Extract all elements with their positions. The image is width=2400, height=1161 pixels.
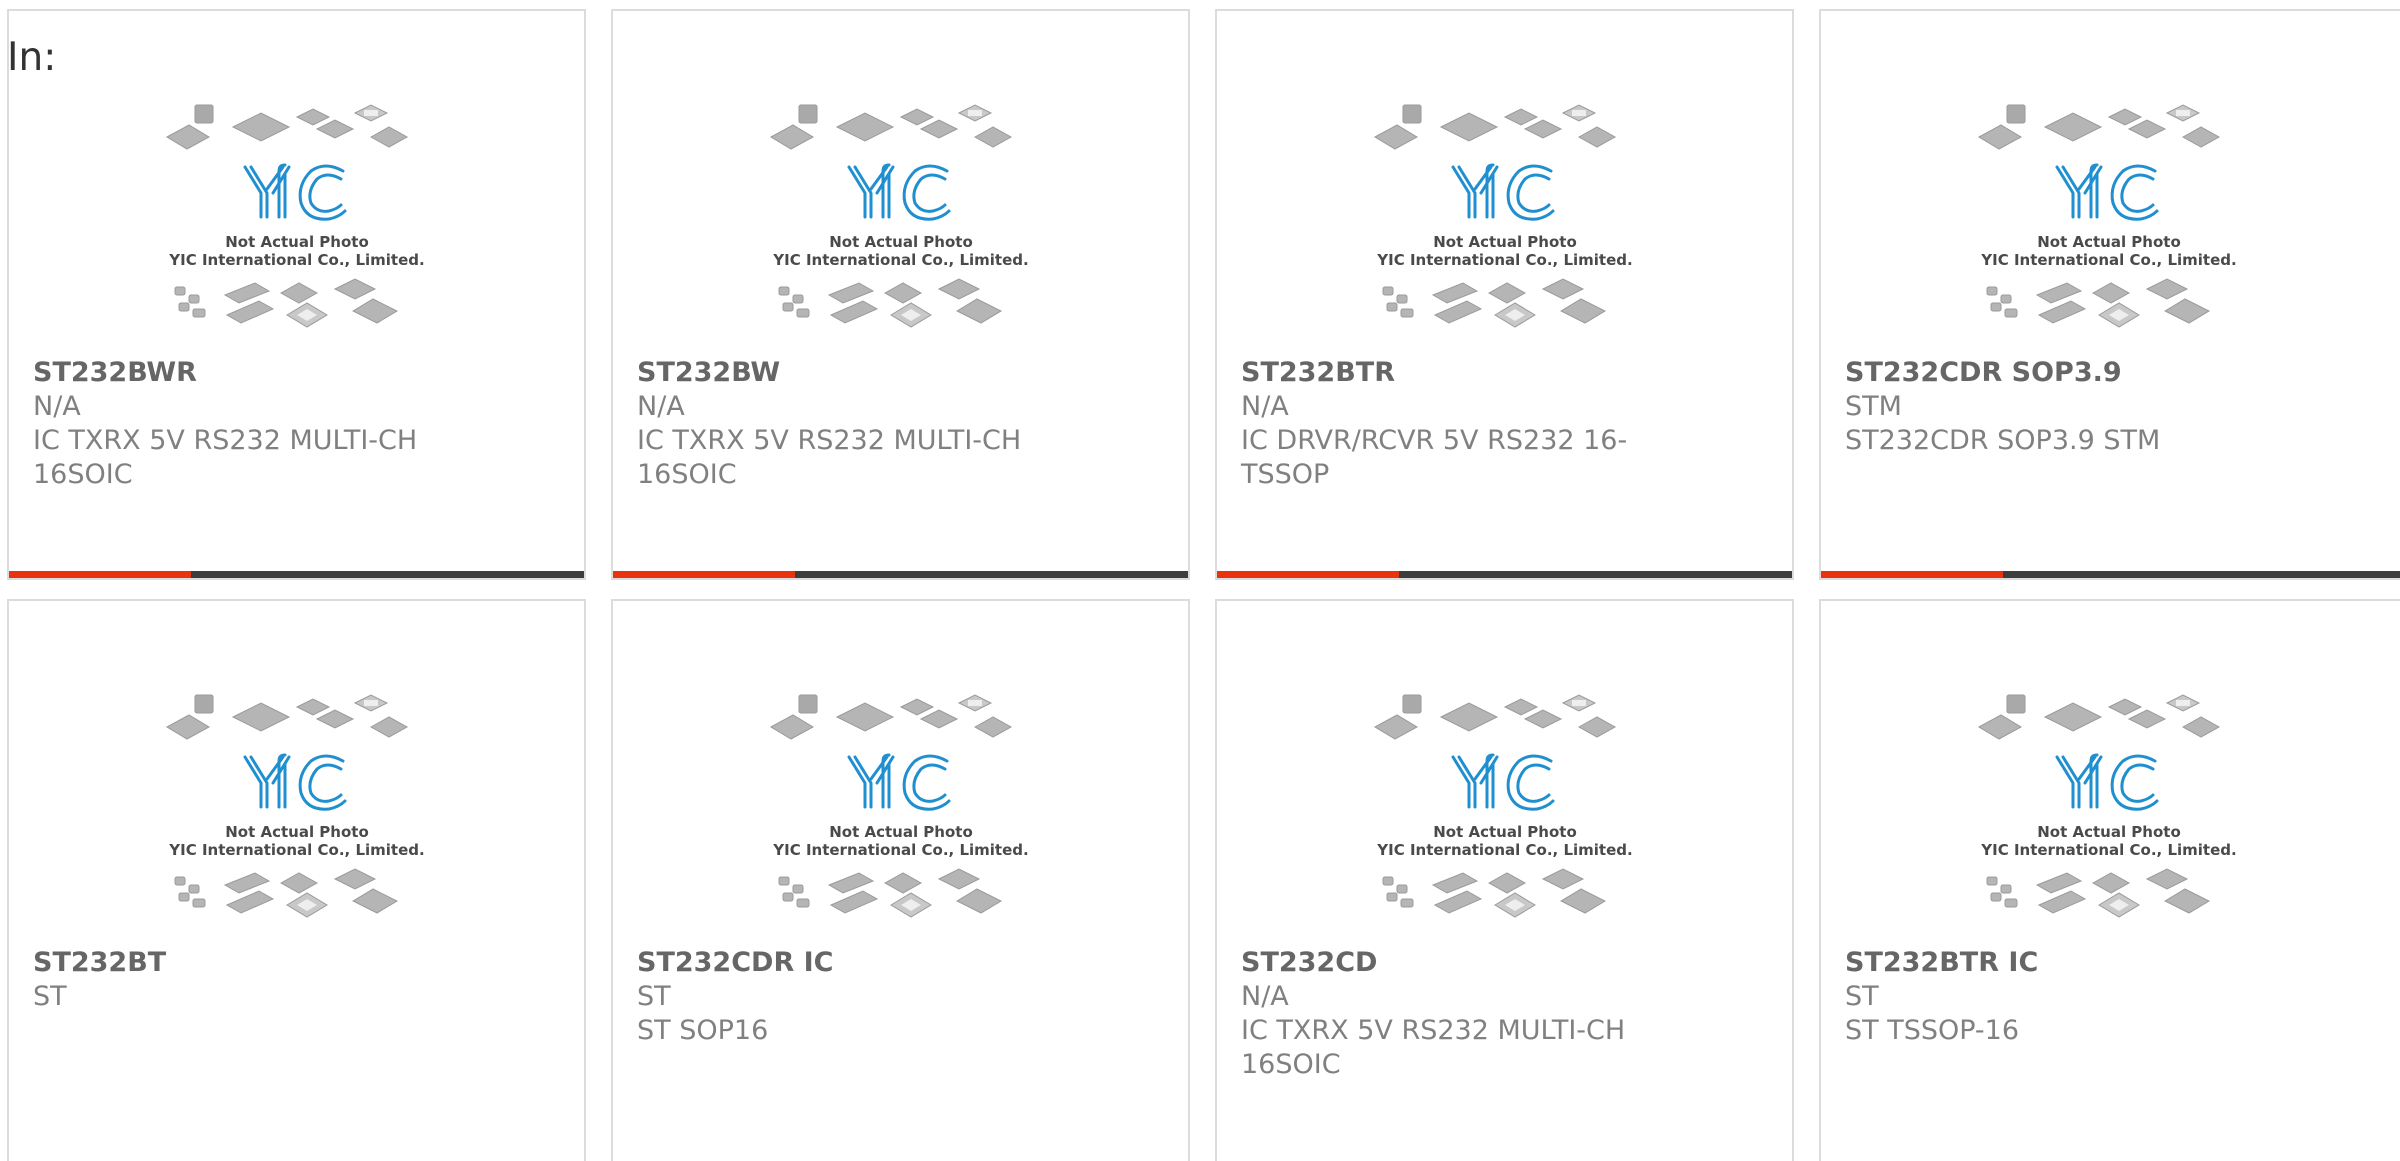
product-manufacturer: N/A — [1241, 391, 1289, 422]
product-card[interactable]: ST232BTR IC ST ST TSSOP-16 — [1819, 599, 2400, 1161]
product-manufacturer: ST — [1845, 981, 1879, 1012]
product-manufacturer: N/A — [637, 391, 685, 422]
product-name[interactable]: ST232BTR IC — [1845, 946, 2240, 980]
product-manufacturer: ST — [637, 981, 671, 1012]
product-description: IC TXRX 5V RS232 MULTI-CH 16SOIC — [1241, 1015, 1626, 1080]
product-name[interactable]: ST232BTR — [1241, 356, 1632, 390]
card-bottom-bar — [9, 571, 584, 578]
product-description: ST232CDR SOP3.9 STM — [1845, 425, 2161, 456]
product-manufacturer: N/A — [1241, 981, 1289, 1012]
card-bottom-bar — [1821, 571, 2400, 578]
product-description: ST TSSOP-16 — [1845, 1015, 2020, 1046]
card-bottom-bar — [613, 571, 1188, 578]
not-actual-photo-image — [1969, 689, 2249, 929]
product-name[interactable]: ST232CDR SOP3.9 — [1845, 356, 2240, 390]
product-card[interactable]: ST232CDR IC ST ST SOP16 — [611, 599, 1190, 1161]
product-card[interactable]: ST232BW N/A IC TXRX 5V RS232 MULTI-CH 16… — [611, 9, 1190, 580]
not-actual-photo-image — [157, 689, 437, 929]
product-name[interactable]: ST232CD — [1241, 946, 1632, 980]
product-name[interactable]: ST232CDR IC — [637, 946, 1028, 980]
product-manufacturer: ST — [33, 981, 67, 1012]
not-actual-photo-image — [157, 99, 437, 339]
product-card[interactable]: ST232CDR SOP3.9 STM ST232CDR SOP3.9 STM — [1819, 9, 2400, 580]
product-name[interactable]: ST232BW — [637, 356, 1028, 390]
product-description: ST SOP16 — [637, 1015, 769, 1046]
card-bottom-bar — [1217, 571, 1792, 578]
in-label: In: — [7, 35, 57, 80]
product-name[interactable]: ST232BWR — [33, 356, 424, 390]
product-name[interactable]: ST232BT — [33, 946, 424, 980]
product-card[interactable]: ST232BWR N/A IC TXRX 5V RS232 MULTI-CH 1… — [7, 9, 586, 580]
product-card[interactable]: ST232BT ST — [7, 599, 586, 1161]
not-actual-photo-image — [761, 99, 1041, 339]
product-description: IC TXRX 5V RS232 MULTI-CH 16SOIC — [637, 425, 1022, 490]
not-actual-photo-image — [1969, 99, 2249, 339]
product-description: IC TXRX 5V RS232 MULTI-CH 16SOIC — [33, 425, 418, 490]
product-grid-page: In: ST232BWR N/A IC TXRX 5V RS232 MULTI-… — [0, 0, 2400, 1161]
not-actual-photo-image — [1365, 99, 1645, 339]
product-manufacturer: N/A — [33, 391, 81, 422]
product-card[interactable]: ST232CD N/A IC TXRX 5V RS232 MULTI-CH 16… — [1215, 599, 1794, 1161]
product-description: IC DRVR/RCVR 5V RS232 16-TSSOP — [1241, 425, 1628, 490]
not-actual-photo-image — [761, 689, 1041, 929]
not-actual-photo-image — [1365, 689, 1645, 929]
product-manufacturer: STM — [1845, 391, 1902, 422]
product-card[interactable]: ST232BTR N/A IC DRVR/RCVR 5V RS232 16-TS… — [1215, 9, 1794, 580]
